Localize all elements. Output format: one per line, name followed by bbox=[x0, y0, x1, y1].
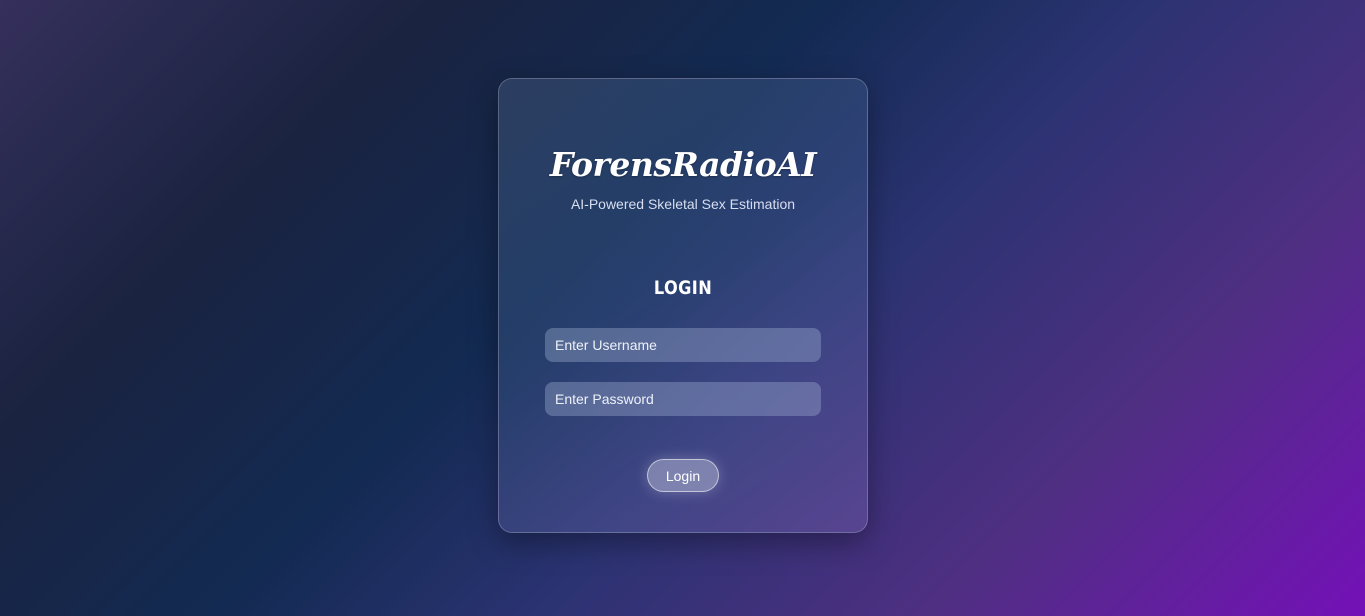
login-button[interactable]: Login bbox=[647, 459, 719, 492]
login-heading: LOGIN bbox=[653, 277, 713, 299]
username-input[interactable] bbox=[545, 328, 821, 362]
login-card: ForensRadioAI AI-Powered Skeletal Sex Es… bbox=[498, 78, 868, 533]
app-title: ForensRadioAI bbox=[549, 145, 817, 184]
password-input[interactable] bbox=[545, 382, 821, 416]
app-subtitle: AI-Powered Skeletal Sex Estimation bbox=[570, 196, 796, 212]
